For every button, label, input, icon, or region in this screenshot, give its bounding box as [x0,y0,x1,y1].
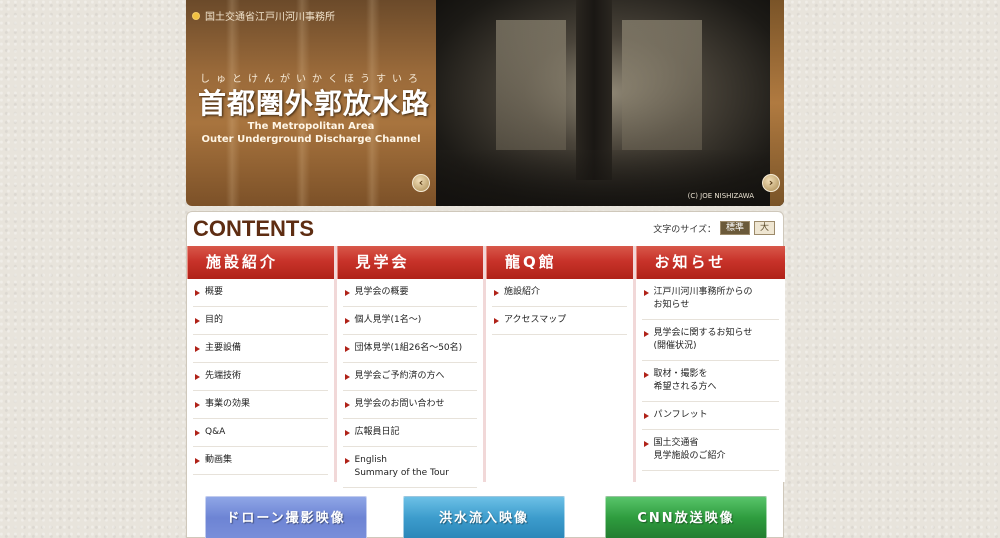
photo-wall-left [496,20,566,150]
chevron-right-icon: › [768,176,774,189]
menu-link[interactable]: English Summary of the Tour [342,447,477,488]
menu-link-label: 施設紹介 [504,287,541,297]
agency-link[interactable]: 国土交通省江戸川河川事務所 [192,8,335,23]
menu-link[interactable]: 施設紹介 [492,279,627,307]
menu-link[interactable]: 見学会に関するお知らせ (開催状況) [641,320,779,361]
menu-column-facility: 施設紹介概要目的主要設備先端技術事業の効果 Q&A 動画集 [187,246,337,482]
menu-list: 江戸川河川事務所からの お知らせ見学会に関するお知らせ (開催状況) 取材・撮影を 希望… [636,279,786,471]
font-size-label: 文字のサイズ： [653,224,716,235]
hero-photo: (C) JOE NISHIZAWA [436,0,784,206]
chevron-left-icon: ‹ [418,176,424,189]
menu-column-title[interactable]: 施設紹介 [187,246,334,279]
photo-copyright: (C) JOE NISHIZAWA [687,192,754,200]
site-title-english: The Metropolitan Area Outer Underground … [186,120,436,146]
menu-link[interactable]: 個人見学(1名〜) [342,307,477,335]
menu-link[interactable]: 取材・撮影を 希望される方へ [641,361,779,402]
menu-column-news: お知らせ 江戸川河川事務所からの お知らせ 見学会に関するお知らせ (開催状況) 取材・撮… [635,246,786,482]
menu-link-label: 見学会に関するお知らせ [653,328,753,338]
bullet-dot-icon [192,11,200,20]
menu-link-label: 先端技術 [205,371,242,381]
font-size-standard-button[interactable]: 標準 [719,221,750,235]
menu-link[interactable]: 先端技術 [193,363,328,391]
menu-link[interactable]: 江戸川河川事務所からの お知らせ [641,279,779,320]
menu-link-label: 江戸川河川事務所からの [653,287,753,297]
menu-link-label: 動画集 [205,455,233,465]
menu-link-label: お知らせ [653,300,690,310]
menu-link[interactable]: Q&A [193,419,328,447]
menu-link-label: 主要設備 [205,343,242,353]
agency-label: 国土交通省江戸川河川事務所 [205,12,335,23]
hero-banner: 国土交通省江戸川河川事務所 しゅとけんがいかくほうすいろ 首都圏外郭放水路 Th… [186,0,784,206]
menu-link[interactable]: 事業の効果 [193,391,328,419]
drone-video-banner[interactable]: ドローン撮影映像 [205,496,367,538]
menu-column-title[interactable]: お知らせ [635,246,785,279]
title-en-line2: Outer Underground Discharge Channel [201,134,421,145]
menu-link[interactable]: 国土交通省見学施設のご紹介 [641,430,779,471]
menu-link-label: 個人見学(1名〜) [354,315,422,325]
title-en-line1: The Metropolitan Area [247,121,375,132]
slide-next-button[interactable]: › [762,174,780,192]
menu-link-label: English [354,455,388,465]
menu-link-label: 概要 [205,287,224,297]
menu-column-title[interactable]: 見学会 [336,246,483,279]
contents-heading: CONTENTS [193,216,314,241]
menu-link-label: 見学会のお問い合わせ [354,399,445,409]
menu-link[interactable]: 団体見学(1組26名〜50名) [342,335,477,363]
menu-link[interactable]: 主要設備 [193,335,328,363]
menu-link-label: (開催状況) [653,341,697,351]
menu-list: 見学会の概要個人見学(1名〜) 団体見学(1組26名〜50名) 見学会ご予約済の方へ… [337,279,484,488]
menu-link-label: 希望される方へ [653,382,717,392]
menu-link[interactable]: 動画集 [193,447,328,475]
contents-panel: CONTENTS 文字のサイズ： 標準 大 施設紹介 概要 目的 主要設備 先端技術 事業… [186,211,786,538]
slide-prev-button[interactable]: ‹ [412,174,430,192]
menu-link-label: 目的 [205,315,224,325]
page: 国土交通省江戸川河川事務所 しゅとけんがいかくほうすいろ 首都圏外郭放水路 Th… [186,0,786,538]
menu-link[interactable]: パンフレット [641,402,779,430]
menu-list: 施設紹介アクセスマップ [486,279,633,335]
font-size-large-button[interactable]: 大 [753,221,775,235]
font-size-switcher: 文字のサイズ： 標準 大 [653,221,775,235]
video-banners: ドローン撮影映像 洪水流入映像 CNN放送映像 [187,484,785,538]
menu-link-label: 見学施設のご紹介 [653,451,726,461]
menu-link-label: 見学会ご予約済の方へ [354,371,445,381]
menu-link-label: 取材・撮影を [653,369,708,379]
menu-column-title[interactable]: 龍Q館 [486,246,633,279]
menu-link-label: Q&A [205,427,226,437]
menu-link-label: 団体見学(1組26名〜50名) [354,343,463,353]
menu-link[interactable]: 広報員日記 [342,419,477,447]
cnn-video-banner[interactable]: CNN放送映像 [605,496,767,538]
hero-title-panel: 国土交通省江戸川河川事務所 しゅとけんがいかくほうすいろ 首都圏外郭放水路 Th… [186,0,436,206]
menu-link[interactable]: 目的 [193,307,328,335]
menu-link-label: 国土交通省 [653,438,699,448]
menu-link-label: アクセスマップ [504,315,567,325]
menu-link[interactable]: 見学会ご予約済の方へ [342,363,477,391]
photo-wall-right [622,20,702,150]
menu-column-ryuq: 龍Q館施設紹介アクセスマップ [486,246,636,482]
site-title: 首都圏外郭放水路 [198,87,431,120]
menu-list: 概要目的主要設備先端技術事業の効果 Q&A 動画集 [187,279,334,475]
menu-columns: 施設紹介 概要 目的 主要設備 先端技術 事業の効果 Q&A 動画集 見学会 見学会の概要 個人見学… [187,246,786,488]
menu-link-label: 見学会の概要 [354,287,409,297]
menu-link-label: 広報員日記 [354,427,400,437]
menu-link[interactable]: アクセスマップ [492,307,627,335]
menu-link-label: Summary of the Tour [354,468,449,478]
menu-link[interactable]: 見学会の概要 [342,279,477,307]
menu-column-tour: 見学会見学会の概要個人見学(1名〜) 団体見学(1組26名〜50名) 見学会ご予約済… [336,246,486,488]
menu-link-label: 事業の効果 [205,399,251,409]
flood-video-banner[interactable]: 洪水流入映像 [403,496,565,538]
menu-link[interactable]: 見学会のお問い合わせ [342,391,477,419]
menu-link[interactable]: 概要 [193,279,328,307]
menu-link-label: パンフレット [653,410,708,420]
